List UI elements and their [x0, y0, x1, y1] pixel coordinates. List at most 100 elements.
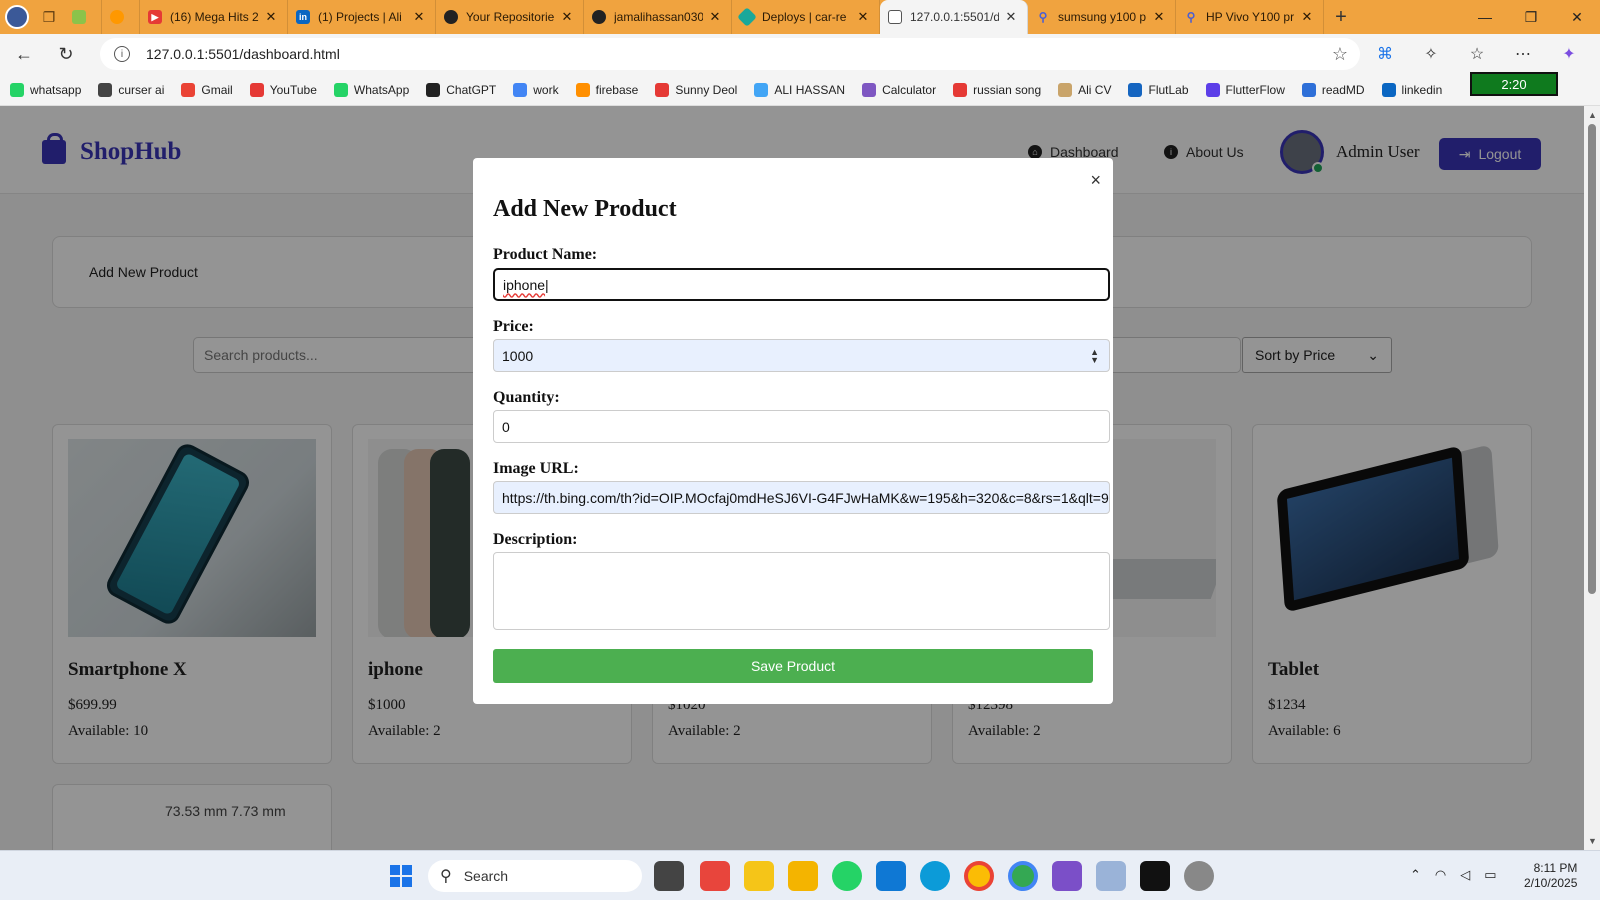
bookmark-item[interactable]: Ali CV: [1058, 82, 1111, 97]
more-menu-icon[interactable]: ⋯: [1500, 38, 1546, 70]
bookmark-item[interactable]: readMD: [1301, 82, 1365, 97]
browser-tab[interactable]: Your Repositorie ✕: [436, 0, 584, 34]
bookmark-item[interactable]: FlutLab: [1128, 82, 1189, 97]
search-icon: ⚲: [1038, 10, 1048, 24]
browser-tab[interactable]: ⚲ sumsung y100 p ✕: [1028, 0, 1176, 34]
price-input[interactable]: 1000 ▲ ▼: [493, 339, 1110, 372]
github-icon: [592, 10, 606, 24]
bookmark-star-icon[interactable]: ☆: [1332, 44, 1348, 65]
page-icon: [888, 10, 902, 24]
bookmark-item[interactable]: Sunny Deol: [655, 82, 737, 97]
taskbar-clock[interactable]: 8:11 PM 2/10/2025: [1524, 861, 1577, 891]
tab-actions-icon[interactable]: ❐: [34, 0, 64, 34]
chrome-icon[interactable]: [964, 861, 994, 891]
file-explorer-icon[interactable]: [788, 861, 818, 891]
bookmark-favicon-icon: [513, 82, 528, 97]
scroll-down-icon[interactable]: ▼: [1588, 836, 1597, 846]
browser-tab[interactable]: in (1) Projects | Ali ✕: [288, 0, 436, 34]
bookmark-item[interactable]: ChatGPT: [426, 82, 496, 97]
image-url-input[interactable]: https://th.bing.com/th?id=OIP.MOcfaj0mdH…: [493, 481, 1110, 514]
bookmark-favicon-icon: [1058, 82, 1073, 97]
text-cursor: |: [545, 276, 549, 293]
close-tab-icon[interactable]: ✕: [1003, 9, 1019, 25]
battery-icon[interactable]: ▭: [1484, 867, 1496, 883]
product-name-input[interactable]: iphone |: [493, 268, 1110, 301]
browser-tab[interactable]: jamalihassan030 ✕: [584, 0, 732, 34]
tab-favicon-icon: [109, 10, 124, 24]
bookmark-item[interactable]: Gmail: [181, 82, 233, 97]
minimize-icon[interactable]: —: [1462, 0, 1508, 34]
vscode-icon[interactable]: [876, 861, 906, 891]
bookmark-item[interactable]: linkedin: [1381, 82, 1442, 97]
save-product-button[interactable]: Save Product: [493, 649, 1093, 683]
close-tab-icon[interactable]: ✕: [559, 9, 575, 25]
close-tab-icon[interactable]: ✕: [263, 9, 279, 25]
bookmark-item[interactable]: FlutterFlow: [1205, 82, 1285, 97]
bookmark-item[interactable]: ALI HASSAN: [754, 82, 845, 97]
add-product-modal: × Add New Product Product Name: iphone | …: [473, 158, 1113, 704]
monitor-app-icon[interactable]: [1096, 861, 1126, 891]
wifi-icon[interactable]: ◠: [1435, 867, 1446, 883]
clock-app-icon[interactable]: [1184, 861, 1214, 891]
postman-icon[interactable]: [744, 861, 774, 891]
bookmark-favicon-icon: [10, 82, 24, 97]
close-tab-icon[interactable]: ✕: [707, 9, 723, 25]
search-icon: ⚲: [440, 868, 452, 885]
edge-icon[interactable]: [920, 861, 950, 891]
bookmark-item[interactable]: YouTube: [249, 82, 317, 97]
bookmark-item[interactable]: whatsapp: [10, 82, 81, 97]
quantity-label: Quantity:: [493, 389, 560, 406]
browser-tab[interactable]: ▶ (16) Mega Hits 2 ✕: [140, 0, 288, 34]
reload-icon[interactable]: ↻: [48, 36, 84, 72]
bookmark-item[interactable]: russian song: [953, 82, 1041, 97]
address-bar[interactable]: i 127.0.0.1:5501/dashboard.html ☆: [100, 38, 1360, 70]
close-tab-icon[interactable]: ✕: [855, 9, 871, 25]
close-tab-icon[interactable]: ✕: [411, 9, 427, 25]
bookmark-item[interactable]: firebase: [575, 82, 638, 97]
bookmark-item[interactable]: curser ai: [98, 82, 164, 97]
browser-tab[interactable]: ⚲ HP Vivo Y100 pr ✕: [1176, 0, 1324, 34]
bookmark-favicon-icon: [575, 82, 590, 97]
browser-tab-active[interactable]: 127.0.0.1:5501/d ✕: [880, 0, 1028, 34]
price-label: Price:: [493, 318, 534, 335]
profile-avatar[interactable]: [0, 0, 34, 34]
copilot-icon[interactable]: ✦: [1546, 38, 1592, 70]
quantity-input[interactable]: 0: [493, 410, 1110, 443]
scroll-up-icon[interactable]: ▲: [1588, 110, 1597, 120]
bookmark-favicon-icon: [333, 82, 348, 97]
taskbar-search[interactable]: ⚲ Search: [428, 860, 642, 892]
favorites-icon[interactable]: ☆: [1454, 38, 1500, 70]
number-spinner-icon[interactable]: ▲ ▼: [1090, 347, 1099, 364]
volume-icon[interactable]: ◁: [1460, 867, 1470, 883]
chrome-profile-icon[interactable]: [1008, 861, 1038, 891]
image-url-label: Image URL:: [493, 460, 579, 477]
whatsapp-icon[interactable]: [832, 861, 862, 891]
bookmark-item[interactable]: work: [513, 82, 559, 97]
description-textarea[interactable]: [493, 552, 1110, 630]
bookmark-item[interactable]: Calculator: [862, 82, 936, 97]
browser-tab[interactable]: Deploys | car-re ✕: [732, 0, 880, 34]
modal-title: Add New Product: [493, 196, 677, 222]
close-tab-icon[interactable]: ✕: [1151, 9, 1167, 25]
browser-tab[interactable]: [102, 0, 140, 34]
bookmark-item[interactable]: WhatsApp: [333, 82, 409, 97]
browser-tab[interactable]: [64, 0, 102, 34]
new-tab-button[interactable]: +: [1324, 6, 1358, 29]
bookmark-favicon-icon: [1381, 82, 1396, 97]
back-arrow-icon[interactable]: ←: [6, 36, 42, 72]
windows-start-icon[interactable]: [390, 865, 412, 887]
git-app-icon[interactable]: [700, 861, 730, 891]
page-scrollbar[interactable]: ▲ ▼: [1584, 106, 1600, 850]
extensions-icon[interactable]: ✧: [1408, 38, 1454, 70]
translate-icon[interactable]: ⌘: [1362, 38, 1408, 70]
restore-icon[interactable]: ❐: [1508, 0, 1554, 34]
close-window-icon[interactable]: ✕: [1554, 0, 1600, 34]
scrollbar-thumb[interactable]: [1588, 124, 1596, 594]
visual-studio-icon[interactable]: [1052, 861, 1082, 891]
site-info-icon[interactable]: i: [114, 46, 130, 62]
capcut-icon[interactable]: [1140, 861, 1170, 891]
close-icon[interactable]: ×: [1090, 170, 1101, 191]
chevron-up-icon[interactable]: ⌃: [1410, 867, 1421, 883]
close-tab-icon[interactable]: ✕: [1299, 9, 1315, 25]
task-view-icon[interactable]: [654, 861, 684, 891]
